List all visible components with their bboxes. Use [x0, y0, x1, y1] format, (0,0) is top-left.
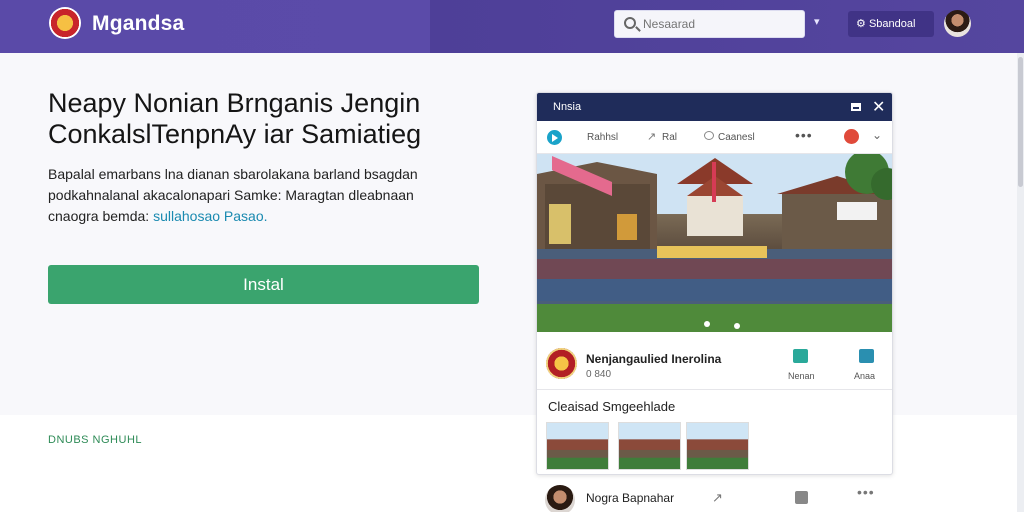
account-button-label: Sbandoal	[868, 18, 916, 30]
chevron-down-icon[interactable]: ▾	[814, 15, 820, 28]
search-input[interactable]	[643, 15, 793, 33]
scrollbar-thumb[interactable]	[1018, 57, 1023, 187]
page-name[interactable]: Nenjangaulied Inerolina	[586, 352, 721, 366]
page-description: Bapalal emarbans lna dianan sbarolakana …	[48, 164, 468, 227]
chat-icon[interactable]	[704, 131, 714, 140]
minimize-icon[interactable]	[851, 103, 861, 111]
chevron-down-icon[interactable]: ⌄	[872, 128, 882, 142]
action-label-1[interactable]: Nenan	[788, 371, 815, 381]
more-icon[interactable]: •••	[857, 484, 875, 500]
search-icon	[624, 17, 636, 29]
related-thumbnail-3[interactable]	[686, 422, 749, 470]
account-button[interactable]: ⚙ Sbandoal	[848, 11, 934, 37]
page-row[interactable]: Nenjangaulied Inerolina 0 840 Nenan Anaa	[537, 332, 892, 390]
related-thumbnail-2[interactable]	[618, 422, 681, 470]
brand-logo[interactable]	[49, 7, 81, 39]
action-label-2[interactable]: Anaa	[854, 371, 875, 381]
event-photo-illustration	[537, 154, 892, 332]
install-button[interactable]: Instal	[48, 265, 479, 304]
card-header: Nnsia ✕	[537, 93, 892, 121]
page-title: Neapy Nonian Brnganis Jengin ConkalslTen…	[48, 88, 422, 149]
share-icon[interactable]: ↗	[712, 490, 723, 506]
brand-name[interactable]: Mgandsa	[92, 12, 184, 36]
footer-label[interactable]: DNUBS NGHUHL	[48, 434, 142, 446]
page-subtitle: 0 840	[586, 369, 612, 380]
message-icon[interactable]	[793, 349, 808, 363]
toolbar-label-1[interactable]: Rahhsl	[587, 132, 618, 143]
heart-icon[interactable]	[844, 129, 859, 144]
post-avatar[interactable]	[545, 485, 575, 512]
scrollbar[interactable]	[1017, 53, 1024, 512]
avatar[interactable]	[944, 10, 971, 37]
post-author-name[interactable]: Nogra Bapnahar	[586, 491, 674, 505]
card-title: Nnsia	[553, 101, 582, 113]
bookmark-icon[interactable]	[795, 491, 808, 504]
chart-icon[interactable]	[859, 349, 874, 363]
card-toolbar: Rahhsl ↗ Ral Caanesl ••• ⌄	[537, 121, 892, 154]
preview-card: Nnsia ✕ Rahhsl ↗ Ral Caanesl ••• ⌄ Nenja…	[536, 92, 893, 475]
share-icon[interactable]: ↗	[647, 130, 656, 143]
toolbar-label-3[interactable]: Caanesl	[718, 132, 755, 143]
top-bar: Mgandsa ▾ ⚙ Sbandoal	[0, 0, 1024, 53]
page-logo[interactable]	[546, 348, 577, 379]
play-icon[interactable]	[547, 130, 562, 145]
close-icon[interactable]: ✕	[872, 97, 885, 117]
related-thumbnail-1[interactable]	[546, 422, 609, 470]
search-box[interactable]	[614, 10, 805, 38]
gear-icon: ⚙	[856, 18, 866, 30]
related-title: Cleaisad Smgeehlade	[548, 399, 676, 414]
event-photo[interactable]	[537, 154, 892, 332]
description-link[interactable]: sullahosao Pasao.	[153, 208, 267, 224]
toolbar-label-2[interactable]: Ral	[662, 132, 677, 143]
more-icon[interactable]: •••	[795, 127, 813, 143]
